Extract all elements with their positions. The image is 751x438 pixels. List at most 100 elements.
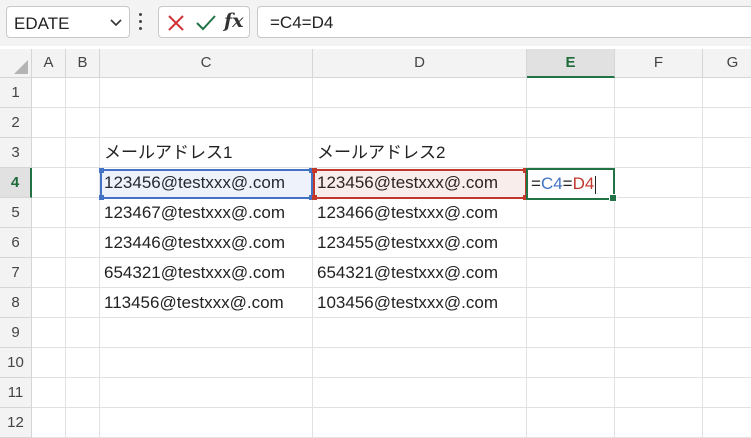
grid-cell[interactable] (527, 288, 615, 318)
grid-cell[interactable] (100, 108, 313, 138)
column-header-f[interactable]: F (615, 49, 703, 78)
cell-d6[interactable]: 123455@testxxx@.com (313, 228, 527, 258)
grid-cell[interactable] (313, 378, 527, 408)
grid-cell[interactable] (313, 108, 527, 138)
more-options-icon[interactable] (139, 11, 143, 33)
grid-cell[interactable] (313, 78, 527, 108)
cell-d4[interactable]: 123456@testxxx@.com (313, 168, 527, 198)
grid-cell[interactable] (66, 228, 100, 258)
column-header-a[interactable]: A (32, 49, 66, 78)
cell-c4[interactable]: 123456@testxxx@.com (100, 168, 313, 198)
grid-cell[interactable] (703, 228, 751, 258)
grid-cell[interactable] (615, 228, 703, 258)
grid-cell[interactable] (527, 198, 615, 228)
row-header-5[interactable]: 5 (0, 198, 32, 228)
grid-cell[interactable] (32, 228, 66, 258)
grid-cell[interactable] (615, 78, 703, 108)
grid-cell[interactable] (615, 288, 703, 318)
grid-cell[interactable] (100, 78, 313, 108)
row-header-6[interactable]: 6 (0, 228, 32, 258)
grid-cell[interactable] (703, 138, 751, 168)
grid-cell[interactable] (66, 138, 100, 168)
grid-cell[interactable] (703, 378, 751, 408)
row-header-2[interactable]: 2 (0, 108, 32, 138)
row-header-8[interactable]: 8 (0, 288, 32, 318)
row-header-1[interactable]: 1 (0, 78, 32, 108)
grid-cell[interactable] (32, 138, 66, 168)
cell-c6[interactable]: 123446@testxxx@.com (100, 228, 313, 258)
column-header-c[interactable]: C (100, 49, 313, 78)
insert-function-icon[interactable]: fx (224, 10, 244, 32)
cell-c3[interactable]: メールアドレス1 (100, 138, 313, 168)
row-header-4[interactable]: 4 (0, 168, 32, 198)
grid-cell[interactable] (615, 378, 703, 408)
grid-cell[interactable] (615, 198, 703, 228)
column-header-e[interactable]: E (527, 49, 615, 78)
grid-cell[interactable] (527, 258, 615, 288)
grid-cell[interactable] (313, 318, 527, 348)
cell-d7[interactable]: 654321@testxxx@.com (313, 258, 527, 288)
grid-cell[interactable] (313, 348, 527, 378)
grid-cell[interactable] (615, 408, 703, 438)
grid-cell[interactable] (615, 318, 703, 348)
row-header-10[interactable]: 10 (0, 348, 32, 378)
grid-cell[interactable] (527, 228, 615, 258)
grid-cell[interactable] (703, 108, 751, 138)
grid-cell[interactable] (66, 168, 100, 198)
grid-cell[interactable] (615, 168, 703, 198)
select-all-button[interactable] (0, 49, 32, 78)
grid-cell[interactable] (703, 198, 751, 228)
grid-cell[interactable] (527, 378, 615, 408)
grid-cell[interactable] (100, 348, 313, 378)
grid-cell[interactable] (703, 78, 751, 108)
grid-cell[interactable] (66, 348, 100, 378)
row-header-12[interactable]: 12 (0, 408, 32, 438)
grid-cell[interactable] (703, 408, 751, 438)
grid-cell[interactable] (66, 318, 100, 348)
grid-cell[interactable] (66, 378, 100, 408)
grid-cell[interactable] (615, 138, 703, 168)
grid-cell[interactable] (32, 348, 66, 378)
formula-input[interactable]: =C4=D4 (257, 6, 751, 38)
cell-d8[interactable]: 103456@testxxx@.com (313, 288, 527, 318)
grid-cell[interactable] (66, 408, 100, 438)
grid-cell[interactable] (66, 108, 100, 138)
cell-c5[interactable]: 123467@testxxx@.com (100, 198, 313, 228)
grid-cell[interactable] (703, 168, 751, 198)
grid-cell[interactable] (100, 318, 313, 348)
cell-d5[interactable]: 123466@testxxx@.com (313, 198, 527, 228)
grid-cell[interactable] (703, 258, 751, 288)
grid-cell[interactable] (32, 78, 66, 108)
grid-cell[interactable] (100, 378, 313, 408)
grid-cell[interactable] (527, 138, 615, 168)
grid-cell[interactable] (703, 348, 751, 378)
row-header-3[interactable]: 3 (0, 138, 32, 168)
cell-c8[interactable]: 113456@testxxx@.com (100, 288, 313, 318)
grid-cell[interactable] (32, 108, 66, 138)
fill-handle[interactable] (609, 194, 617, 202)
grid-cell[interactable] (32, 198, 66, 228)
grid-cell[interactable] (527, 318, 615, 348)
cell-d3[interactable]: メールアドレス2 (313, 138, 527, 168)
grid-cell[interactable] (32, 378, 66, 408)
grid-cell[interactable] (66, 78, 100, 108)
grid-cell[interactable] (313, 408, 527, 438)
grid-cell[interactable] (527, 108, 615, 138)
grid-cell[interactable] (32, 168, 66, 198)
grid-cell[interactable] (32, 288, 66, 318)
grid-cell[interactable] (615, 348, 703, 378)
grid-cell[interactable] (32, 408, 66, 438)
column-header-g[interactable]: G (703, 49, 751, 78)
grid-cell[interactable] (100, 408, 313, 438)
active-cell-e4[interactable]: =C4=D4 (526, 168, 617, 202)
grid-cell[interactable] (66, 288, 100, 318)
grid-cell[interactable] (66, 198, 100, 228)
cell-edit-text[interactable]: =C4=D4 (531, 173, 597, 195)
grid-cell[interactable] (527, 408, 615, 438)
grid-cell[interactable] (703, 288, 751, 318)
column-header-d[interactable]: D (313, 49, 527, 78)
grid-cell[interactable] (615, 258, 703, 288)
row-header-7[interactable]: 7 (0, 258, 32, 288)
row-header-11[interactable]: 11 (0, 378, 32, 408)
grid-cell[interactable] (32, 258, 66, 288)
